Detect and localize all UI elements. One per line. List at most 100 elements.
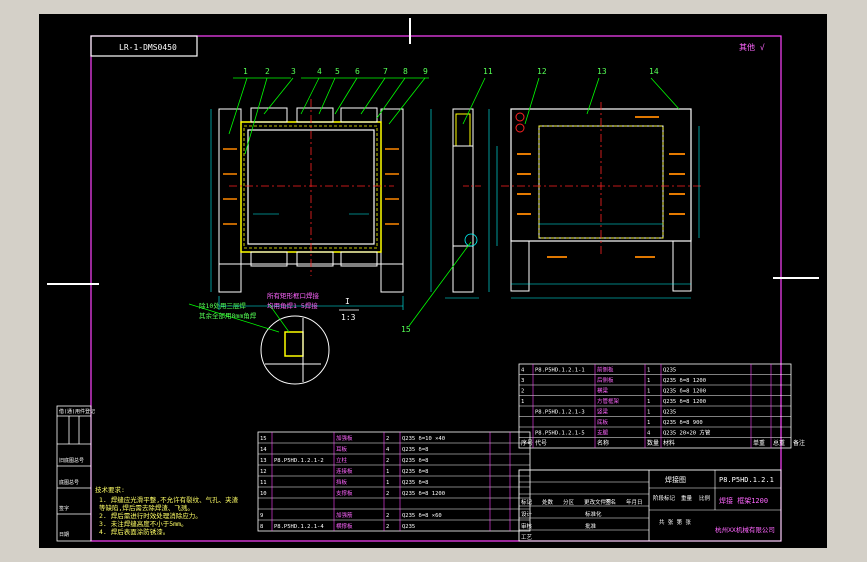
balloon-9: 9 bbox=[423, 67, 428, 76]
stage-label: 阶段标记 bbox=[653, 494, 676, 502]
bom-lower-cell: 12 bbox=[260, 469, 267, 475]
bom-upper-cell: Q235 20×20 方管 bbox=[663, 429, 711, 437]
weld-note-2: 其余全部用8mm角焊 bbox=[199, 311, 257, 320]
top-view bbox=[501, 102, 701, 299]
tech-requirements: 技术要求: 1. 焊缝应光滑平整,不允许有裂纹、气孔、夹渣 等缺陷,焊后需去除焊… bbox=[95, 485, 239, 536]
balloon-13: 13 bbox=[597, 67, 607, 76]
bom-upper-cell: Q235 bbox=[663, 410, 676, 416]
weld-note-4: 均用角焊1 5焊接 bbox=[267, 301, 318, 310]
part-name: 焊接 框架1200 bbox=[719, 496, 768, 505]
front-view bbox=[210, 99, 432, 310]
bom-lower-border bbox=[257, 431, 531, 532]
bom-lower-cell: 支撑板 bbox=[336, 489, 353, 497]
left-strip bbox=[56, 405, 92, 542]
balloon-6: 6 bbox=[355, 67, 360, 76]
balloon-1: 1 bbox=[243, 67, 248, 76]
bom-upper-cell: 1 bbox=[647, 389, 650, 395]
drawing-number: P8.P5HD.1.2.1 bbox=[719, 476, 774, 484]
bom-upper-cell: 1 bbox=[647, 420, 650, 426]
bom-upper-cell: 2 bbox=[521, 389, 524, 395]
bom-lower-cell: 8 bbox=[260, 524, 263, 530]
detail-scale: 1:3 bbox=[341, 313, 356, 322]
tech-req-line-3: 3. 未注焊缝高度不小于5mm。 bbox=[99, 519, 187, 528]
weld-detail: 除10处用三层焊 其余全部用8mm角焊 所有矩形框口焊接 均用角焊1 5焊接 I… bbox=[188, 291, 359, 385]
bom-upper-cell: 1 bbox=[647, 378, 650, 384]
strip-label-1: 旧底图总号 bbox=[59, 457, 84, 464]
bom-upper-header: 备注 bbox=[793, 439, 805, 447]
bom-upper-header: 总重 bbox=[773, 439, 785, 447]
bom-lower-cell: Q235 δ=8 bbox=[402, 458, 429, 464]
balloon-4: 4 bbox=[317, 67, 322, 76]
revision-label: 签名 bbox=[605, 498, 616, 506]
bom-upper-cell: 前侧板 bbox=[597, 366, 614, 374]
bom-lower-cell: Q235 δ=10 ×40 bbox=[402, 436, 445, 442]
bom-lower-cell: 1 bbox=[386, 480, 389, 486]
bom-upper-cell: Q235 δ=8 1200 bbox=[663, 389, 706, 395]
balloon-5: 5 bbox=[335, 67, 340, 76]
bom-lower-cell: P8.P5HD.1.2.1-4 bbox=[274, 524, 324, 530]
tech-req-line-1: 等缺陷,焊后需去除焊渣、飞溅。 bbox=[99, 503, 194, 512]
bom-lower-cell: 4 bbox=[386, 447, 390, 453]
bom-upper-cell: P8.P5HD.1.2.1-5 bbox=[535, 431, 585, 437]
bom-lower-cell: 2 bbox=[386, 524, 389, 530]
bom-upper-header: 名称 bbox=[597, 439, 609, 447]
weight-label: 重量 bbox=[681, 494, 693, 502]
bom-upper-cell: 1 bbox=[647, 368, 650, 374]
strip-label-0: 借(通)用件登记 bbox=[59, 408, 95, 415]
code-box-text: LR-1-DMS0450 bbox=[119, 43, 177, 52]
strip-label-4: 日期 bbox=[59, 532, 69, 538]
bom-upper-cell: 后侧板 bbox=[597, 376, 614, 384]
bom-upper-header: 单重 bbox=[753, 439, 765, 447]
bom-lower-cell: 横撑板 bbox=[336, 522, 353, 530]
bom-upper-table: 4 P8.P5HD.1.2.1-1 前侧板 1 Q235 3 后侧板 1 Q235 δ=8 12… bbox=[518, 363, 805, 449]
assembly-name: 焊接图 bbox=[665, 475, 686, 484]
bom-upper-cell: 支腿 bbox=[597, 429, 609, 437]
bom-lower-cell: Q235 δ=8 bbox=[402, 480, 429, 486]
bom-lower-table: 15 加强板 2 Q235 δ=10 ×40 14 耳板 4 Q235 δ=8 13 P8.P5H… bbox=[257, 431, 531, 532]
balloon-2: 2 bbox=[265, 67, 270, 76]
revision-label: 标记 bbox=[521, 498, 533, 506]
bom-lower-cell: Q235 δ=8 ×60 bbox=[402, 513, 442, 519]
bom-lower-cell: 11 bbox=[260, 480, 267, 486]
weld-note-1: 除10处用三层焊 bbox=[199, 301, 246, 310]
bom-upper-cell: Q235 δ=8 900 bbox=[663, 420, 703, 426]
bom-lower-cell: 2 bbox=[386, 458, 389, 464]
bom-lower-cell: 2 bbox=[386, 491, 389, 497]
company-name: 杭州XX机械有限公司 bbox=[715, 525, 775, 534]
approve-label: 批准 bbox=[585, 522, 597, 530]
revision-label: 处数 bbox=[542, 498, 554, 506]
bom-upper-cell: 竖梁 bbox=[597, 408, 609, 416]
process-label: 工艺 bbox=[521, 534, 533, 541]
bom-upper-cell: 4 bbox=[521, 368, 525, 374]
checker-label: 审核 bbox=[521, 522, 533, 530]
bom-lower-cell: Q235 δ=8 bbox=[402, 469, 429, 475]
balloon-11: 11 bbox=[483, 67, 493, 76]
bom-lower-cell: Q235 bbox=[402, 524, 415, 530]
balloon-15: 15 bbox=[401, 325, 411, 334]
bom-lower-cell: 13 bbox=[260, 458, 267, 464]
balloon-12: 12 bbox=[537, 67, 547, 76]
revision-label: 年月日 bbox=[626, 498, 643, 506]
tech-req-line-4: 4. 焊后表面涂防锈漆。 bbox=[99, 527, 169, 536]
balloon-7: 7 bbox=[383, 67, 388, 76]
bom-upper-cell: 1 bbox=[647, 410, 650, 416]
side-view bbox=[445, 108, 498, 299]
bom-upper-cell: Q235 δ=8 1200 bbox=[663, 399, 706, 405]
bom-lower-cell: 1 bbox=[386, 469, 389, 475]
weld-note-3: 所有矩形框口焊接 bbox=[267, 291, 320, 300]
bom-upper-cell: P8.P5HD.1.2.1-1 bbox=[535, 368, 585, 374]
bom-lower-cell: 连接板 bbox=[336, 467, 353, 475]
bom-upper-cell: P8.P5HD.1.2.1-3 bbox=[535, 410, 585, 416]
bom-lower-cell: Q235 δ=8 1200 bbox=[402, 491, 445, 497]
strip-label-3: 签字 bbox=[59, 505, 69, 512]
designer-label: 设计 bbox=[521, 510, 533, 518]
tech-req-line-0: 1. 焊缝应光滑平整,不允许有裂纹、气孔、夹渣 bbox=[99, 495, 239, 504]
cad-viewport[interactable]: LR-1-DMS0450 其他 √ 1 2 3 4 5 6 7 8 9 11 1… bbox=[39, 14, 827, 548]
revision-label: 分区 bbox=[563, 498, 575, 506]
bom-upper-cell: 底板 bbox=[597, 418, 609, 426]
bom-upper-cell: 方管框架 bbox=[597, 397, 620, 405]
bom-lower-cell: 2 bbox=[386, 436, 389, 442]
bom-lower-cell: 立柱 bbox=[336, 456, 348, 464]
bom-lower-cell: 14 bbox=[260, 447, 267, 453]
scale-label: 比例 bbox=[699, 494, 711, 502]
